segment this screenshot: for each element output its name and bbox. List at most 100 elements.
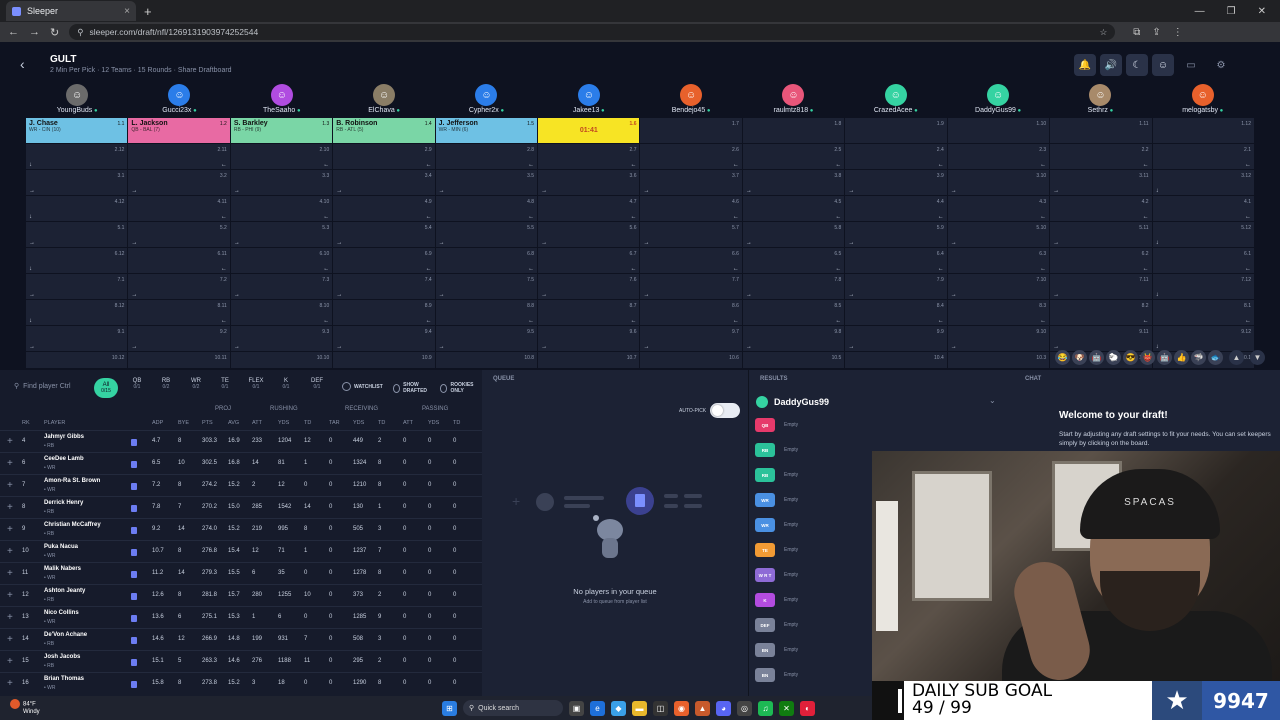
- empty-pick-cell[interactable]: 6.9 ←: [333, 248, 435, 273]
- empty-pick-cell[interactable]: 1.8: [742, 118, 845, 143]
- empty-pick-cell[interactable]: 4.10 ←: [230, 196, 333, 221]
- team-column-header[interactable]: ☺ DaddyGus99: [947, 84, 1049, 118]
- reaction-emoji-icon[interactable]: 🤖: [1157, 350, 1172, 365]
- empty-pick-cell[interactable]: 6.7 ←: [538, 248, 640, 273]
- empty-pick-cell[interactable]: 5.6 →: [538, 222, 640, 247]
- team-column-header[interactable]: ☺ Bendejo45: [640, 84, 742, 118]
- player-news-icon[interactable]: [131, 439, 137, 446]
- player-name[interactable]: Puka Nacua: [44, 544, 78, 550]
- autopick-switch[interactable]: [710, 403, 741, 418]
- app-icon[interactable]: ◐: [800, 700, 815, 716]
- windows-start-icon[interactable]: ⊞: [442, 700, 457, 716]
- close-window-icon[interactable]: ✕: [1258, 6, 1266, 17]
- player-row[interactable]: + 4 Jahmyr Gibbs • RB 4.7 8 303.3 16.9 233 12…: [0, 430, 482, 452]
- team-column-header[interactable]: ☺ Cypher2x: [435, 84, 537, 118]
- task-view-icon[interactable]: ▣: [569, 700, 584, 716]
- taskbar-search[interactable]: ⚲ Quick search: [463, 700, 563, 716]
- settings-icon[interactable]: ⚙: [1208, 54, 1234, 76]
- empty-pick-cell[interactable]: 7.8 →: [742, 274, 845, 299]
- drafted-pick-cell[interactable]: L. Jackson QB - BAL (7) 1.2: [128, 118, 230, 143]
- chevron-down-icon[interactable]: ⌄: [989, 396, 996, 405]
- player-name[interactable]: Derrick Henry: [44, 500, 83, 506]
- position-filter-flex[interactable]: FLEX 0/1: [244, 378, 268, 390]
- back-icon[interactable]: ←: [8, 26, 19, 38]
- checkbox-icon[interactable]: [393, 383, 401, 393]
- empty-pick-cell[interactable]: 2.4 ←: [845, 144, 947, 169]
- column-header[interactable]: ATT: [403, 420, 413, 426]
- position-filter-all[interactable]: All 0/15: [94, 378, 118, 398]
- notification-bell-icon[interactable]: 🔔: [1074, 54, 1096, 76]
- drafted-pick-cell[interactable]: S. Barkley RB - PHI (9) 1.3: [230, 118, 333, 143]
- empty-pick-cell[interactable]: 2.2 ←: [1050, 144, 1152, 169]
- empty-pick-cell[interactable]: 4.9 ←: [333, 196, 435, 221]
- empty-pick-cell[interactable]: 8.2 ←: [1050, 300, 1152, 325]
- player-row[interactable]: + 10 Puka Nacua • WR 10.7 8 276.8 15.4 12 71 1…: [0, 540, 482, 562]
- reaction-emoji-icon[interactable]: 🤖: [1089, 350, 1104, 365]
- empty-pick-cell[interactable]: 4.4 ←: [845, 196, 947, 221]
- empty-pick-cell[interactable]: 9.7 →: [640, 326, 742, 351]
- add-to-queue-icon[interactable]: +: [7, 480, 13, 491]
- player-row[interactable]: + 16 Brian Thomas • WR 15.8 8 273.8 15.2 3 18…: [0, 672, 482, 694]
- empty-pick-cell[interactable]: 7.7 →: [640, 274, 742, 299]
- column-header[interactable]: AVG: [228, 420, 239, 426]
- empty-pick-cell[interactable]: 6.1 ←: [1152, 248, 1254, 273]
- empty-pick-cell[interactable]: 6.2 ←: [1050, 248, 1152, 273]
- weather-widget[interactable]: 84°F Windy: [10, 699, 40, 716]
- column-header[interactable]: PTS: [202, 420, 213, 426]
- player-news-icon[interactable]: [131, 659, 137, 666]
- player-news-icon[interactable]: [131, 461, 137, 468]
- empty-pick-cell[interactable]: 5.3 →: [230, 222, 333, 247]
- empty-pick-cell[interactable]: 6.12 ↓: [26, 248, 128, 273]
- draft-subtitle[interactable]: 2 Min Per Pick · 12 Teams · 15 Rounds · …: [50, 67, 232, 74]
- add-to-queue-icon[interactable]: +: [7, 612, 13, 623]
- empty-pick-cell[interactable]: 8.12 ↓: [26, 300, 128, 325]
- back-arrow-icon[interactable]: ‹: [20, 56, 25, 72]
- column-header[interactable]: ATT: [252, 420, 262, 426]
- empty-pick-cell[interactable]: 7.4 →: [333, 274, 435, 299]
- empty-pick-cell[interactable]: 4.5 ←: [742, 196, 845, 221]
- empty-pick-cell[interactable]: 1.12: [1152, 118, 1254, 143]
- position-filter-wr[interactable]: WR 0/2: [184, 378, 208, 390]
- position-filter-qb[interactable]: QB 0/1: [125, 378, 149, 390]
- empty-pick-cell[interactable]: 3.1 →: [26, 170, 128, 195]
- empty-pick-cell[interactable]: 5.11 →: [1050, 222, 1152, 247]
- empty-pick-cell[interactable]: 6.10 ←: [230, 248, 333, 273]
- empty-pick-cell[interactable]: 8.1 ←: [1152, 300, 1254, 325]
- empty-pick-cell[interactable]: 9.2 →: [128, 326, 230, 351]
- team-column-header[interactable]: ☺ Gucci23x: [128, 84, 230, 118]
- empty-pick-cell[interactable]: 10.4 ←: [845, 352, 947, 368]
- empty-pick-cell[interactable]: 7.12 ↓: [1152, 274, 1254, 299]
- empty-pick-cell[interactable]: 3.6 →: [538, 170, 640, 195]
- add-to-queue-icon[interactable]: +: [7, 634, 13, 645]
- add-to-queue-icon[interactable]: +: [7, 524, 13, 535]
- player-name[interactable]: Christian McCaffrey: [44, 522, 101, 528]
- empty-pick-cell[interactable]: 7.3 →: [230, 274, 333, 299]
- empty-pick-cell[interactable]: 7.9 →: [845, 274, 947, 299]
- firefox-icon[interactable]: ◉: [674, 700, 689, 716]
- empty-pick-cell[interactable]: 1.9: [845, 118, 947, 143]
- empty-pick-cell[interactable]: 4.12 ↓: [26, 196, 128, 221]
- team-column-header[interactable]: ☺ melogatsby: [1152, 84, 1254, 118]
- empty-pick-cell[interactable]: 5.12 ↓: [1152, 222, 1254, 247]
- empty-pick-cell[interactable]: 7.2 →: [128, 274, 230, 299]
- empty-pick-cell[interactable]: 2.5 ←: [742, 144, 845, 169]
- column-header[interactable]: TD: [378, 420, 385, 426]
- site-info-icon[interactable]: ⚲: [77, 27, 83, 38]
- search-input[interactable]: Find player Ctrl: [23, 383, 70, 390]
- empty-pick-cell[interactable]: 6.5 ←: [742, 248, 845, 273]
- reaction-emoji-icon[interactable]: 🐑: [1106, 350, 1121, 365]
- column-header[interactable]: ADP: [152, 420, 163, 426]
- empty-pick-cell[interactable]: 4.3 ←: [947, 196, 1050, 221]
- discord-icon[interactable]: ◕: [716, 700, 731, 716]
- column-header[interactable]: RK: [22, 420, 30, 426]
- xbox-icon[interactable]: ✕: [779, 700, 794, 716]
- team-column-header[interactable]: ☺ CrazedAcee: [845, 84, 947, 118]
- player-search[interactable]: ⚲ Find player Ctrl: [14, 382, 71, 391]
- empty-pick-cell[interactable]: 5.2 →: [128, 222, 230, 247]
- emoji-icon[interactable]: ☺: [1152, 54, 1174, 76]
- reaction-emoji-icon[interactable]: 🦈: [1191, 350, 1206, 365]
- empty-pick-cell[interactable]: 4.2 ←: [1050, 196, 1152, 221]
- empty-pick-cell[interactable]: 5.5 →: [435, 222, 538, 247]
- empty-pick-cell[interactable]: 10.6 ←: [640, 352, 742, 368]
- empty-pick-cell[interactable]: 1.7: [640, 118, 742, 143]
